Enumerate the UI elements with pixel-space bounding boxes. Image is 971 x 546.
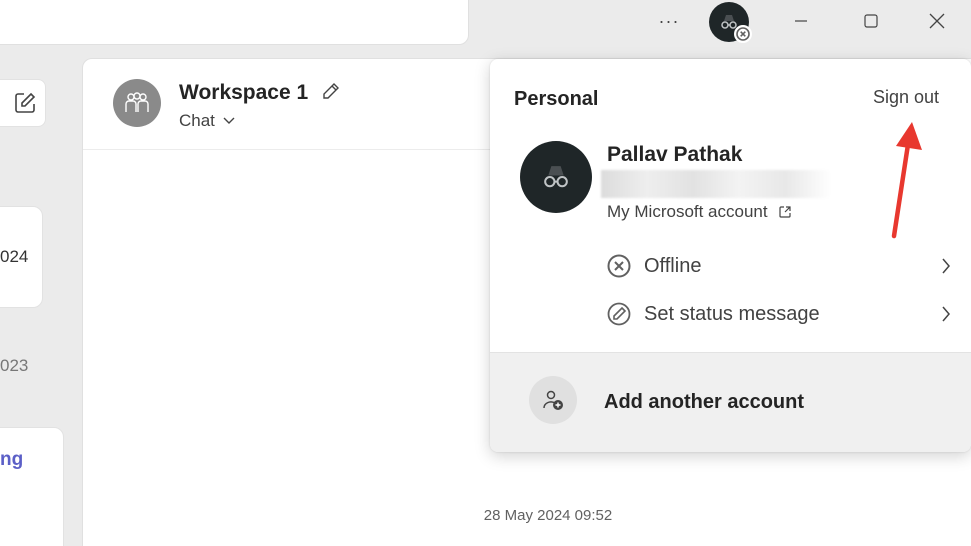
status-message-label: Set status message	[644, 302, 820, 325]
add-account-row[interactable]: Add another account	[490, 352, 971, 452]
profile-avatar-icon	[544, 166, 568, 188]
user-avatar	[520, 141, 592, 213]
group-icon	[125, 92, 149, 112]
maximize-button[interactable]	[848, 0, 894, 42]
close-window-button[interactable]	[914, 0, 960, 42]
close-icon	[929, 13, 945, 29]
group-avatar[interactable]	[113, 79, 161, 127]
ms-account-link[interactable]: My Microsoft account	[607, 202, 792, 222]
status-message-icon	[607, 302, 631, 326]
ms-account-label: My Microsoft account	[607, 202, 768, 221]
more-icon: ···	[658, 10, 680, 31]
minimize-icon	[795, 20, 807, 22]
profile-avatar-button[interactable]	[709, 2, 752, 43]
compose-icon	[15, 92, 36, 113]
chevron-right-icon	[942, 306, 950, 322]
account-type-heading: Personal	[514, 88, 599, 110]
status-label: Offline	[644, 254, 702, 277]
chevron-right-icon	[942, 258, 950, 274]
offline-status-icon	[607, 254, 631, 278]
minimize-button[interactable]	[778, 0, 824, 42]
chat-type-dropdown[interactable]: Chat	[179, 111, 235, 131]
set-status-message-row[interactable]: Set status message	[606, 298, 951, 330]
chat-list-item[interactable]	[0, 427, 64, 546]
annotation-arrow	[891, 122, 922, 239]
chevron-down-icon	[223, 117, 235, 124]
more-options-button[interactable]: ···	[646, 0, 692, 42]
offline-status-icon	[734, 25, 752, 43]
user-name: Pallav Pathak	[607, 143, 743, 166]
search-box[interactable]	[0, 0, 469, 45]
add-person-icon	[529, 376, 577, 424]
new-chat-button[interactable]	[0, 79, 46, 127]
add-account-label: Add another account	[604, 391, 805, 413]
message-timestamp: 28 May 2024 09:52	[483, 507, 613, 524]
chat-item-date: 024	[0, 247, 29, 266]
external-link-icon	[779, 206, 791, 218]
redacted-email	[601, 170, 831, 198]
section-date: 023	[0, 356, 29, 375]
edit-title-button[interactable]	[321, 81, 341, 106]
sign-out-link[interactable]: Sign out	[873, 87, 939, 108]
maximize-icon	[864, 14, 878, 28]
edit-pencil-icon	[323, 83, 339, 99]
chat-item-text: ng	[0, 449, 24, 470]
chat-title: Workspace 1	[179, 81, 309, 104]
chat-type-label: Chat	[179, 111, 215, 130]
status-offline-row[interactable]: Offline	[606, 250, 951, 282]
